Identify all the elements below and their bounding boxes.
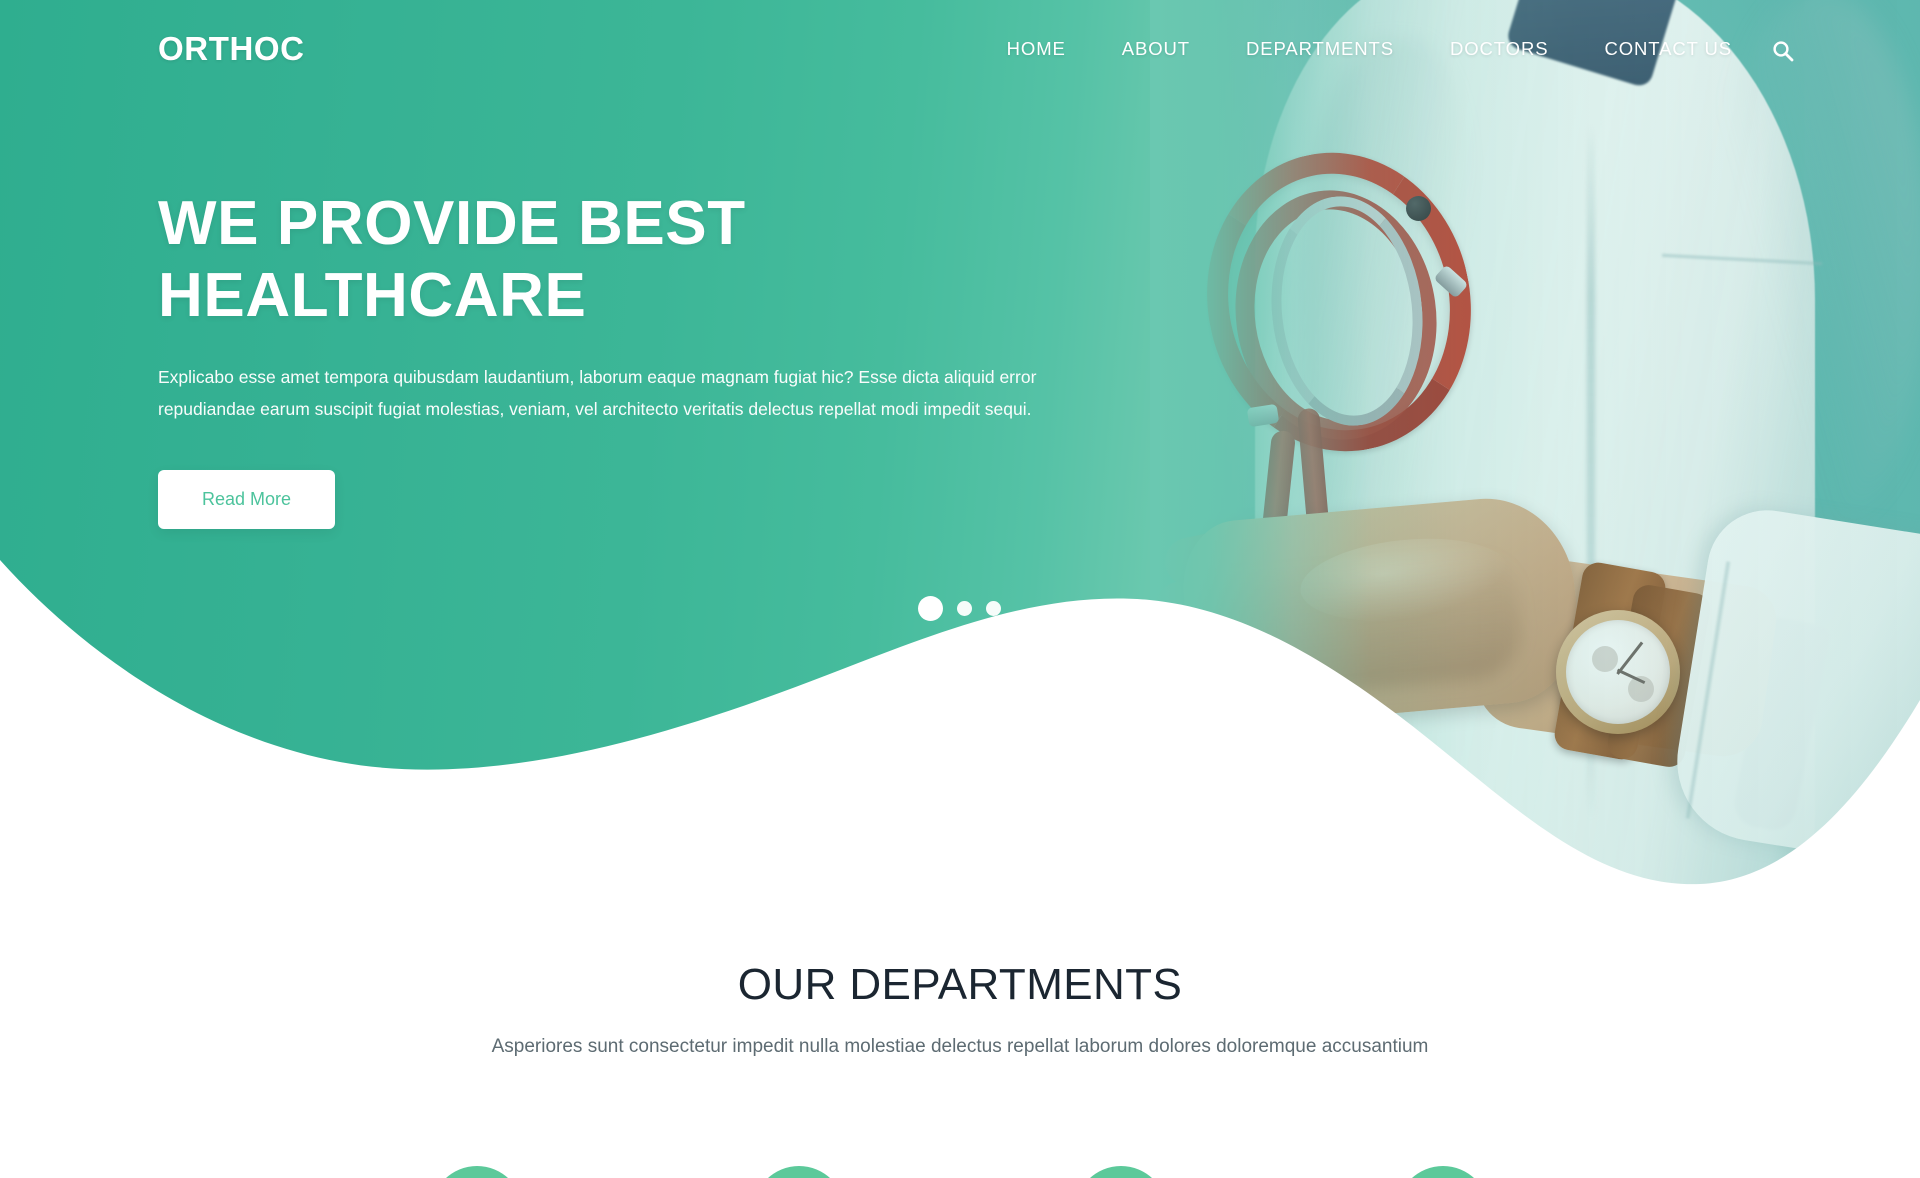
nav-link-doctors[interactable]: DOCTORS: [1450, 38, 1548, 59]
hero-title-line-1: WE PROVIDE BEST: [158, 189, 746, 258]
departments-title: OUR DEPARTMENTS: [737, 960, 1183, 1009]
nav-link-about[interactable]: ABOUT: [1122, 38, 1190, 59]
nav-item-home[interactable]: HOME: [1007, 38, 1066, 60]
hero-title: WE PROVIDE BEST HEALTHCARE: [158, 188, 1078, 332]
departments-subtitle: Asperiores sunt consectetur impedit null…: [491, 1036, 1429, 1057]
department-cards: [0, 1166, 1920, 1178]
nav-links: HOME ABOUT DEPARTMENTS DOCTORS CONTACT U…: [1007, 38, 1732, 60]
stethoscope-diaphragm: [1262, 764, 1318, 820]
hero-content: WE PROVIDE BEST HEALTHCARE Explicabo ess…: [158, 188, 1078, 529]
nav-item-about[interactable]: ABOUT: [1122, 38, 1190, 60]
nav-link-departments[interactable]: DEPARTMENTS: [1246, 38, 1394, 59]
department-icon-2[interactable]: [753, 1166, 845, 1178]
stethoscope-chestpiece: [1238, 740, 1342, 844]
photo-left-feather: [1150, 0, 1370, 900]
carousel-dot-1[interactable]: [918, 596, 943, 621]
hero-description: Explicabo esse amet tempora quibusdam la…: [158, 366, 1037, 419]
department-icon-1[interactable]: [431, 1166, 523, 1178]
hero-section: ORTHOC HOME ABOUT DEPARTMENTS DOCTORS CO…: [0, 0, 1920, 900]
page-root: ORTHOC HOME ABOUT DEPARTMENTS DOCTORS CO…: [0, 0, 1920, 1178]
hero-title-line-2: HEALTHCARE: [158, 260, 587, 330]
site-logo[interactable]: ORTHOC: [158, 30, 305, 68]
nav-link-home[interactable]: HOME: [1007, 38, 1066, 59]
search-icon[interactable]: [1768, 36, 1798, 66]
department-icon-4[interactable]: [1397, 1166, 1489, 1178]
nav-item-doctors[interactable]: DOCTORS: [1450, 38, 1548, 60]
nav-item-contact-us[interactable]: CONTACT US: [1604, 38, 1732, 60]
nav-link-contact-us[interactable]: CONTACT US: [1604, 38, 1732, 59]
stethoscope-stem: [1275, 699, 1306, 761]
carousel-dot-2[interactable]: [957, 601, 972, 616]
read-more-button[interactable]: Read More: [158, 469, 336, 529]
nav-item-departments[interactable]: DEPARTMENTS: [1246, 38, 1394, 60]
main-navigation: ORTHOC HOME ABOUT DEPARTMENTS DOCTORS CO…: [0, 0, 1920, 108]
carousel-dot-3[interactable]: [986, 601, 1001, 616]
department-icon-3[interactable]: [1075, 1166, 1167, 1178]
departments-section: OUR DEPARTMENTS Asperiores sunt consecte…: [0, 960, 1920, 1178]
carousel-dots: [918, 596, 1001, 621]
hero-doctor-photo: [1150, 0, 1920, 900]
finger-little: [1172, 664, 1311, 740]
